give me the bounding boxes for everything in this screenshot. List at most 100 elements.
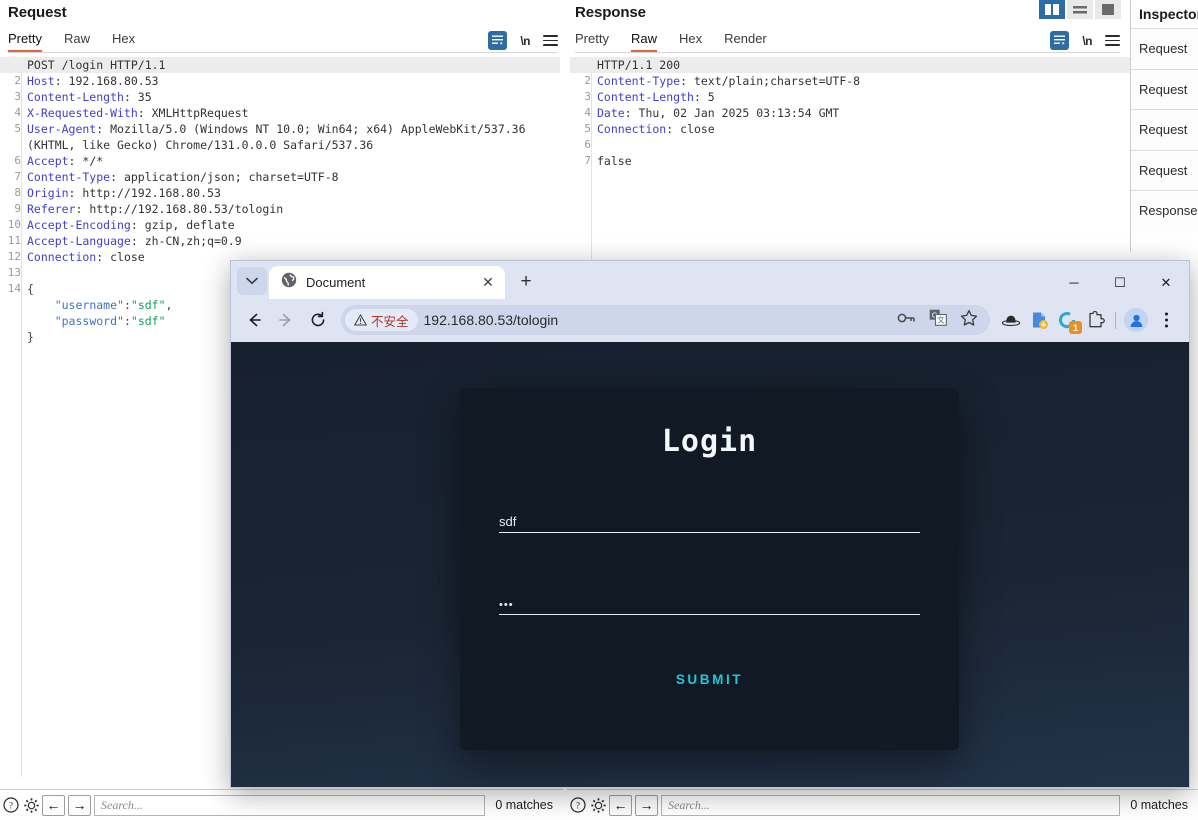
password-key-icon[interactable] <box>897 311 916 330</box>
code-line[interactable]: Content-Type: text/plain;charset=UTF-8 <box>597 73 1130 89</box>
code-line[interactable]: false <box>597 153 1130 169</box>
bookmark-star-icon[interactable] <box>960 309 978 332</box>
extension-download-doc-icon[interactable] <box>1026 307 1052 333</box>
code-token: : close <box>96 250 145 264</box>
code-line[interactable] <box>597 137 1130 153</box>
new-tab-button[interactable]: + <box>511 268 541 296</box>
request-tab-raw[interactable]: Raw <box>64 31 90 52</box>
inspector-item-request-1[interactable]: Request <box>1131 28 1198 69</box>
tab-search-chevron-down-icon[interactable] <box>237 267 267 295</box>
response-tab-actions[interactable]: \n <box>1050 31 1120 52</box>
request-search-bar[interactable]: ? ← → Search... 0 matches <box>0 789 563 820</box>
omnibox-actions[interactable]: G文 <box>897 309 980 332</box>
chrome-toolbar[interactable]: 不安全 192.168.80.53/tologin G文 1 <box>231 299 1189 341</box>
settings-gear-icon[interactable] <box>588 795 609 816</box>
code-token: Accept-Language <box>27 234 131 248</box>
code-line[interactable]: Accept-Language: zh-CN,zh;q=0.9 <box>27 233 560 249</box>
code-token: "sdf" <box>130 314 166 328</box>
globe-favicon-icon <box>281 272 297 293</box>
response-menu-icon[interactable] <box>1105 35 1120 46</box>
search-prev-button[interactable]: ← <box>609 794 632 816</box>
line-number: 4 <box>14 106 21 119</box>
back-button[interactable] <box>239 305 269 335</box>
inspector-item-request-2[interactable]: Request <box>1131 68 1198 109</box>
code-line[interactable]: Accept: */* <box>27 153 560 169</box>
code-token: X-Requested-With <box>27 106 138 120</box>
maximize-button[interactable]: ☐ <box>1097 266 1143 299</box>
response-tab-raw[interactable]: Raw <box>630 31 657 52</box>
response-tabs[interactable]: Pretty Raw Hex Render \n <box>575 30 1120 53</box>
extensions-puzzle-icon[interactable] <box>1082 307 1108 333</box>
line-number: 4 <box>584 106 591 119</box>
window-controls[interactable]: ─ ☐ ✕ <box>1051 266 1189 299</box>
newline-toggle-icon[interactable]: \n <box>520 34 530 48</box>
code-line[interactable]: X-Requested-With: XMLHttpRequest <box>27 105 560 121</box>
line-number: 5 <box>584 122 591 135</box>
response-panel-title: Response <box>575 4 646 21</box>
minimize-button[interactable]: ─ <box>1051 266 1097 299</box>
request-tab-hex[interactable]: Hex <box>112 31 135 52</box>
extension-hat-icon[interactable] <box>998 307 1024 333</box>
code-line[interactable]: User-Agent: Mozilla/5.0 (Windows NT 10.0… <box>27 121 560 137</box>
settings-gear-icon[interactable] <box>21 795 42 816</box>
inspector-item-request-4[interactable]: Request <box>1131 149 1198 190</box>
response-search-input[interactable]: Search... <box>661 794 1121 816</box>
code-line[interactable]: (KHTML, like Gecko) Chrome/131.0.0.0 Saf… <box>27 137 560 153</box>
code-line[interactable]: Accept-Encoding: gzip, deflate <box>27 217 560 233</box>
close-tab-icon[interactable]: ✕ <box>479 274 497 291</box>
word-wrap-icon[interactable] <box>488 31 508 50</box>
code-token: "username" <box>54 298 124 312</box>
not-secure-badge[interactable]: 不安全 <box>345 309 418 331</box>
code-token: Host <box>27 74 55 88</box>
help-icon[interactable]: ? <box>567 795 588 816</box>
word-wrap-icon[interactable] <box>1050 31 1070 50</box>
forward-button[interactable] <box>271 305 301 335</box>
chrome-menu-icon[interactable] <box>1151 305 1181 335</box>
search-next-button[interactable]: → <box>635 794 658 816</box>
newline-toggle-icon[interactable]: \n <box>1082 34 1092 48</box>
code-line[interactable]: Connection: close <box>597 121 1130 137</box>
code-line[interactable]: Origin: http://192.168.80.53 <box>27 185 560 201</box>
username-input[interactable]: sdf <box>499 507 920 533</box>
url-text[interactable]: 192.168.80.53/tologin <box>424 312 559 328</box>
response-tab-pretty[interactable]: Pretty <box>575 31 609 52</box>
address-bar[interactable]: 不安全 192.168.80.53/tologin G文 <box>341 305 990 335</box>
line-number <box>0 137 21 153</box>
translate-icon[interactable]: G文 <box>929 309 947 331</box>
profile-avatar[interactable] <box>1123 307 1149 333</box>
code-line[interactable]: HTTP/1.1 200 <box>570 57 1130 73</box>
extension-badge-icon[interactable]: 1 <box>1054 307 1082 334</box>
reload-button[interactable] <box>303 305 333 335</box>
request-tab-pretty[interactable]: Pretty <box>8 31 42 52</box>
request-tabs[interactable]: Pretty Raw Hex \n <box>8 30 558 53</box>
response-tab-hex[interactable]: Hex <box>679 31 702 52</box>
password-input[interactable]: ••• <box>499 589 920 615</box>
response-search-bar[interactable]: ? ← → Search... 0 matches <box>567 789 1198 820</box>
request-menu-icon[interactable] <box>543 35 558 46</box>
code-line[interactable]: Referer: http://192.168.80.53/tologin <box>27 201 560 217</box>
code-line[interactable]: Content-Type: application/json; charset=… <box>27 169 560 185</box>
line-number: 13 <box>7 266 21 279</box>
warning-triangle-icon <box>354 314 367 326</box>
inspector-item-request-3[interactable]: Request <box>1131 109 1198 150</box>
code-line[interactable]: POST /login HTTP/1.1 <box>0 57 560 73</box>
chrome-tab-strip[interactable]: Document ✕ + ─ ☐ ✕ <box>231 261 1189 299</box>
code-line[interactable]: Host: 192.168.80.53 <box>27 73 560 89</box>
chrome-browser-window[interactable]: Document ✕ + ─ ☐ ✕ 不安全 192.168.80.53/tol… <box>230 260 1190 788</box>
line-number: 6 <box>14 154 21 167</box>
response-tab-render[interactable]: Render <box>724 31 767 52</box>
search-next-button[interactable]: → <box>68 794 91 816</box>
chrome-tab-document[interactable]: Document ✕ <box>269 266 505 299</box>
submit-button[interactable]: SUBMIT <box>676 672 743 687</box>
code-line[interactable]: Content-Length: 35 <box>27 89 560 105</box>
code-token: : http://192.168.80.53/tologin <box>75 202 284 216</box>
request-search-input[interactable]: Search... <box>94 794 486 816</box>
help-icon[interactable]: ? <box>0 795 21 816</box>
request-tab-actions[interactable]: \n <box>488 31 558 52</box>
inspector-item-response[interactable]: Response <box>1131 190 1198 231</box>
search-prev-button[interactable]: ← <box>42 794 65 816</box>
code-line[interactable]: Date: Thu, 02 Jan 2025 03:13:54 GMT <box>597 105 1130 121</box>
response-code[interactable]: HTTP/1.1 200 Content-Type: text/plain;cha… <box>570 57 1130 169</box>
code-line[interactable]: Content-Length: 5 <box>597 89 1130 105</box>
close-window-button[interactable]: ✕ <box>1143 266 1189 299</box>
